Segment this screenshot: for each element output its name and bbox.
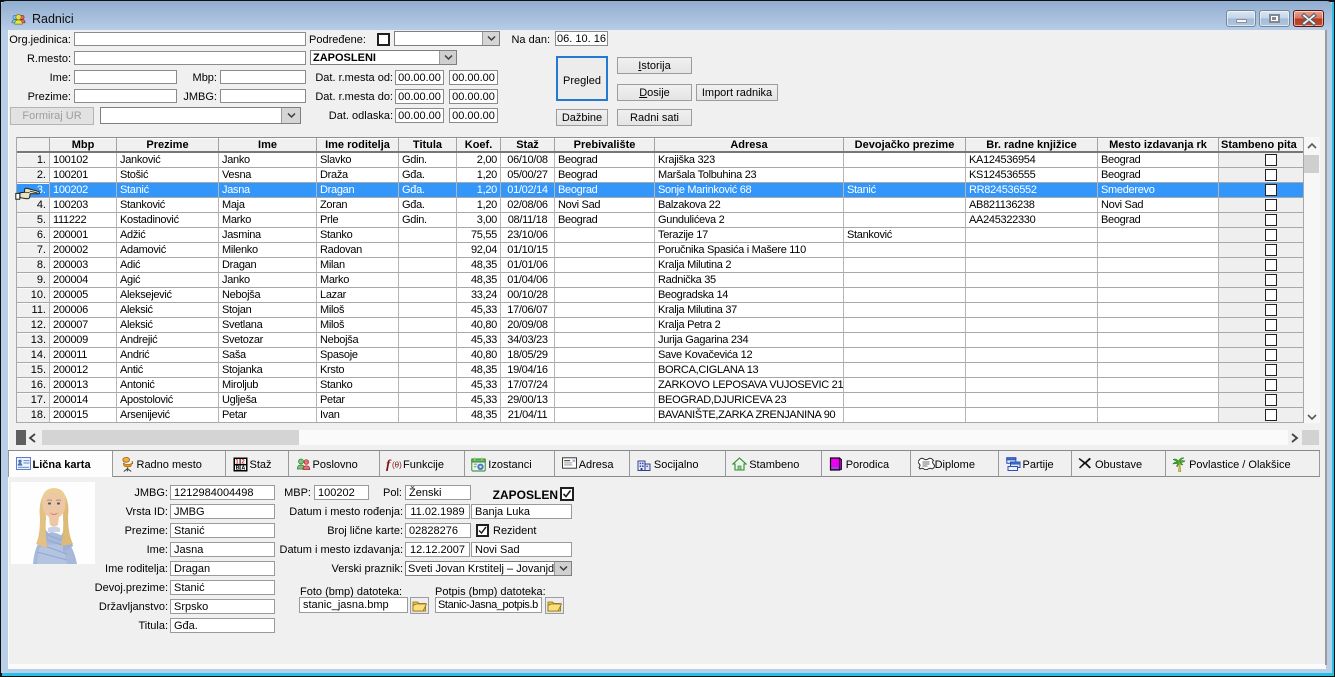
svg-text:A: A bbox=[241, 466, 245, 472]
svg-text:(θ): (θ) bbox=[392, 461, 402, 470]
svg-text:B: B bbox=[235, 466, 239, 472]
